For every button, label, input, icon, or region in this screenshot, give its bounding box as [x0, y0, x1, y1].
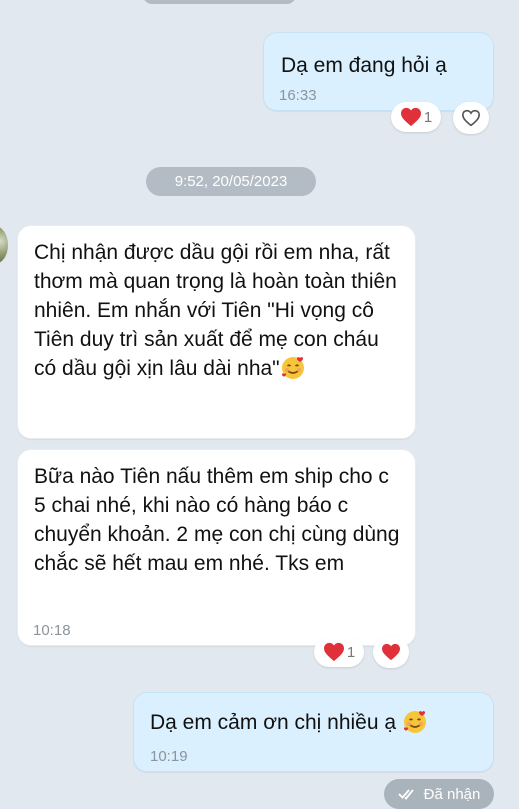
- reaction-count: 1: [346, 643, 356, 661]
- outgoing-message-bubble[interactable]: Dạ em cảm ơn chị nhiều ạ 10:19: [133, 692, 494, 772]
- heart-icon: [400, 107, 421, 127]
- smiling-hearts-emoji: [403, 711, 426, 733]
- delivery-status-badge: Đã nhận: [384, 779, 494, 809]
- reaction-summary[interactable]: 1: [391, 102, 441, 132]
- heart-outline-icon: [461, 109, 481, 127]
- reaction-count: 1: [423, 108, 433, 126]
- incoming-message-bubble[interactable]: Chị nhận được dầu gội rồi em nha, rất th…: [17, 225, 416, 439]
- incoming-message-bubble[interactable]: Bữa nào Tiên nấu thêm em ship cho c 5 ch…: [17, 449, 416, 646]
- message-text: Dạ em cảm ơn chị nhiều ạ: [150, 708, 428, 737]
- message-timestamp: 16:33: [279, 87, 317, 104]
- previous-date-pill: [143, 0, 296, 4]
- message-text: Chị nhận được dầu gội rồi em nha, rất th…: [34, 241, 397, 380]
- message-text: Bữa nào Tiên nấu thêm em ship cho c 5 ch…: [34, 465, 400, 575]
- status-text: Đã nhận: [423, 785, 481, 803]
- outgoing-message-bubble[interactable]: Dạ em đang hỏi ạ 16:33: [263, 32, 494, 111]
- message-timestamp: 10:18: [33, 622, 71, 639]
- reaction-summary[interactable]: 1: [314, 637, 364, 667]
- smiling-hearts-emoji: [281, 357, 304, 379]
- avatar[interactable]: [0, 226, 8, 264]
- double-check-icon: [398, 789, 414, 800]
- message-timestamp: 10:19: [150, 748, 188, 765]
- heart-icon: [323, 642, 344, 662]
- add-reaction-button[interactable]: [453, 102, 489, 134]
- add-reaction-button[interactable]: [373, 636, 409, 668]
- heart-icon: [382, 643, 400, 661]
- message-text: Dạ em đang hỏi ạ: [281, 54, 447, 77]
- date-separator: 9:52, 20/05/2023: [146, 167, 316, 196]
